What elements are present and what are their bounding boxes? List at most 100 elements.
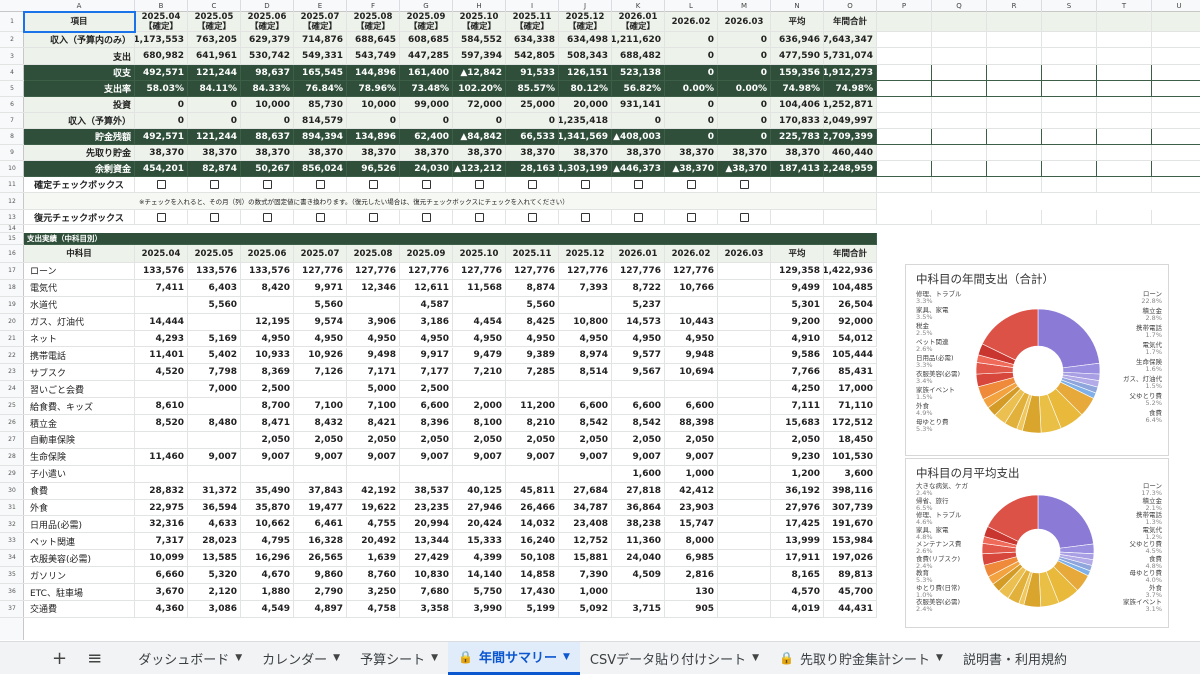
value-cell[interactable]: 84.33%: [241, 81, 294, 97]
category-label[interactable]: 食費: [24, 482, 135, 500]
value-cell[interactable]: 7,126: [294, 364, 347, 382]
sheet-tab[interactable]: 説明書・利用規約: [953, 642, 1077, 675]
value-cell[interactable]: 5,560: [506, 296, 559, 314]
value-cell[interactable]: 4,795: [241, 533, 294, 551]
value-cell[interactable]: 1,880: [241, 584, 294, 601]
value-cell[interactable]: 2,050: [612, 432, 665, 449]
value-cell[interactable]: 549,331: [294, 48, 347, 65]
value-cell[interactable]: 27,818: [612, 482, 665, 500]
header-month[interactable]: 平均: [771, 245, 824, 263]
value-cell[interactable]: 0: [241, 113, 294, 129]
value-cell[interactable]: 4,950: [506, 330, 559, 348]
row-header[interactable]: 29: [0, 466, 24, 483]
header-month[interactable]: 2025.05 【確定】: [188, 12, 241, 32]
value-cell[interactable]: [718, 533, 771, 551]
value-cell[interactable]: 5,731,074: [824, 48, 877, 65]
confirm-checkbox[interactable]: [156, 180, 166, 189]
empty-cell[interactable]: [1042, 32, 1097, 48]
confirm-checkbox[interactable]: [262, 180, 272, 189]
value-cell[interactable]: 153,984: [824, 533, 877, 551]
value-cell[interactable]: [718, 482, 771, 500]
empty-cell[interactable]: [1152, 12, 1200, 32]
value-cell[interactable]: 905: [665, 601, 718, 618]
header-month[interactable]: 2025.04 【確定】: [135, 12, 188, 32]
empty-cell[interactable]: [1042, 48, 1097, 65]
value-cell[interactable]: [135, 296, 188, 314]
row-header[interactable]: 21: [0, 331, 24, 348]
empty-cell[interactable]: [932, 210, 987, 225]
value-cell[interactable]: 894,394: [294, 129, 347, 145]
value-cell[interactable]: 1,639: [347, 550, 400, 568]
value-cell[interactable]: 44,431: [824, 601, 877, 618]
value-cell[interactable]: 5,301: [771, 296, 824, 314]
value-cell[interactable]: 460,440: [824, 145, 877, 161]
value-cell[interactable]: 17,000: [824, 381, 877, 399]
value-cell[interactable]: 1,235,418: [559, 113, 612, 129]
empty-cell[interactable]: [1097, 145, 1152, 161]
value-cell[interactable]: 634,498: [559, 32, 612, 48]
checkbox-cell[interactable]: [135, 177, 188, 193]
value-cell[interactable]: 543,749: [347, 48, 400, 65]
row-label[interactable]: 余剰資金: [24, 161, 135, 177]
value-cell[interactable]: 714,876: [294, 32, 347, 48]
value-cell[interactable]: 7,766: [771, 364, 824, 382]
empty-cell[interactable]: [932, 48, 987, 65]
value-cell[interactable]: 16,296: [241, 550, 294, 568]
empty-cell[interactable]: [1042, 177, 1097, 193]
empty-cell[interactable]: [877, 210, 932, 225]
empty-cell[interactable]: [877, 97, 932, 113]
value-cell[interactable]: 0: [665, 113, 718, 129]
empty-cell[interactable]: [1152, 210, 1200, 225]
value-cell[interactable]: [400, 465, 453, 483]
row-header[interactable]: 13: [0, 210, 24, 225]
all-sheets-menu-icon[interactable]: ≡: [77, 648, 112, 669]
empty-cell[interactable]: [877, 81, 932, 97]
value-cell[interactable]: 5,199: [506, 601, 559, 618]
checkbox-cell[interactable]: [241, 177, 294, 193]
row-header[interactable]: 36: [0, 584, 24, 601]
header-month[interactable]: 2025.07 【確定】: [294, 12, 347, 32]
value-cell[interactable]: 10,662: [241, 516, 294, 534]
empty-cell[interactable]: [1152, 48, 1200, 65]
value-cell[interactable]: 8,425: [506, 313, 559, 331]
value-cell[interactable]: 127,776: [612, 263, 665, 280]
confirm-checkbox[interactable]: [686, 180, 696, 189]
empty-cell[interactable]: [1152, 65, 1200, 81]
value-cell[interactable]: 0: [665, 32, 718, 48]
value-cell[interactable]: 130: [665, 584, 718, 601]
value-cell[interactable]: 398,116: [824, 482, 877, 500]
value-cell[interactable]: 4,758: [347, 601, 400, 618]
value-cell[interactable]: 12,195: [241, 313, 294, 331]
value-cell[interactable]: 66,533: [506, 129, 559, 145]
value-cell[interactable]: 629,379: [241, 32, 294, 48]
empty-cell[interactable]: [987, 129, 1042, 145]
sheet-tab[interactable]: 予算シート ▼: [350, 642, 448, 675]
value-cell[interactable]: 38,370: [241, 145, 294, 161]
value-cell[interactable]: 9,479: [453, 347, 506, 365]
confirm-checkbox[interactable]: [580, 180, 590, 189]
value-cell[interactable]: 27,976: [771, 499, 824, 517]
value-cell[interactable]: 931,141: [612, 97, 665, 113]
value-cell[interactable]: 9,007: [453, 448, 506, 466]
value-cell[interactable]: 1,303,199: [559, 161, 612, 177]
value-cell[interactable]: 7,111: [771, 398, 824, 416]
value-cell[interactable]: 3,250: [347, 584, 400, 601]
column-header[interactable]: C: [188, 0, 241, 12]
value-cell[interactable]: [718, 415, 771, 432]
value-cell[interactable]: [718, 465, 771, 483]
value-cell[interactable]: 307,739: [824, 499, 877, 517]
header-month[interactable]: 2025.06: [241, 245, 294, 263]
value-cell[interactable]: 2,816: [665, 567, 718, 585]
header-month[interactable]: 2025.10 【確定】: [453, 12, 506, 32]
row-label[interactable]: 支出: [24, 48, 135, 65]
value-cell[interactable]: 5,169: [188, 330, 241, 348]
tab-dropdown-icon[interactable]: ▼: [431, 653, 438, 663]
value-cell[interactable]: 7,100: [347, 398, 400, 416]
restore-checkbox[interactable]: [739, 212, 749, 222]
value-cell[interactable]: 6,600: [400, 398, 453, 416]
value-cell[interactable]: 8,369: [241, 364, 294, 382]
checkbox-cell[interactable]: [135, 210, 188, 225]
value-cell[interactable]: 634,338: [506, 32, 559, 48]
value-cell[interactable]: 15,333: [453, 533, 506, 551]
value-cell[interactable]: 12,752: [559, 533, 612, 551]
